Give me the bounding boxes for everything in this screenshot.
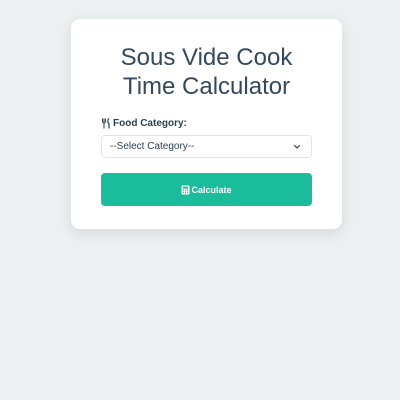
utensils-icon (101, 118, 112, 129)
title-line-2: Time Calculator (122, 73, 291, 100)
food-category-label: Food Category: (101, 118, 312, 129)
food-category-label-text: Food Category: (113, 118, 187, 129)
calculate-button-label: Calculate (191, 184, 232, 195)
page-title: Sous Vide Cook Time Calculator (101, 43, 312, 101)
food-category-selected-value: --Select Category-- (110, 141, 195, 152)
calculate-button[interactable]: Calculate (101, 173, 312, 206)
chevron-down-icon (292, 142, 302, 152)
title-line-1: Sous Vide Cook (120, 44, 293, 71)
calculator-icon (181, 185, 190, 195)
food-category-select[interactable]: --Select Category-- (101, 135, 312, 158)
calculator-card: Sous Vide Cook Time Calculator Food Cate… (71, 19, 342, 229)
